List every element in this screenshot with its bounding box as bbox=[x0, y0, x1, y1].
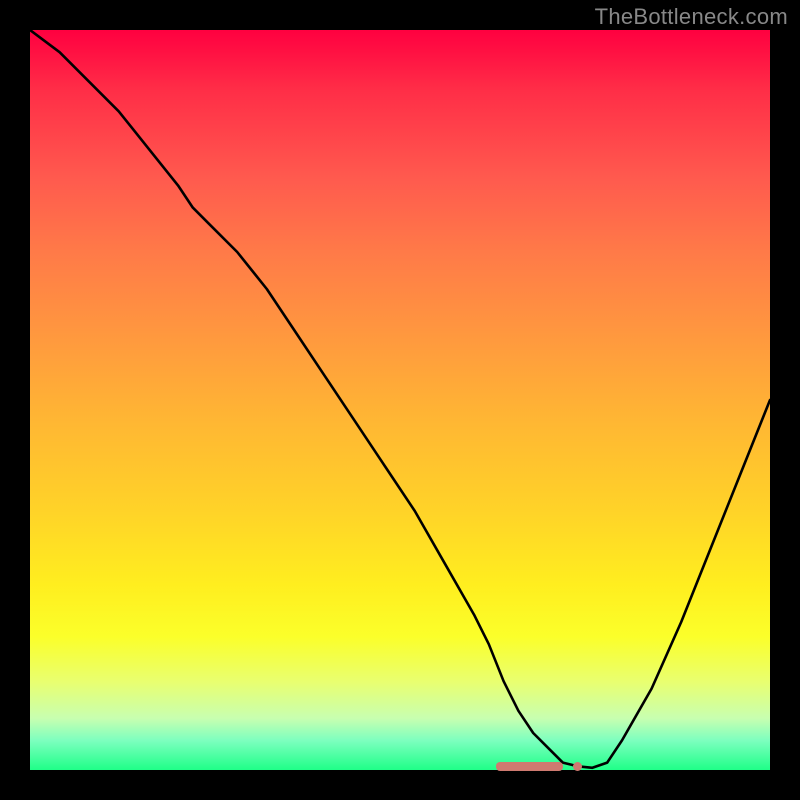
sweet-spot-end-dot bbox=[573, 762, 582, 771]
watermark-text: TheBottleneck.com bbox=[595, 4, 788, 30]
bottleneck-curve bbox=[30, 30, 770, 768]
sweet-spot-marker bbox=[496, 762, 563, 771]
chart-area bbox=[30, 30, 770, 770]
chart-curve-svg bbox=[30, 30, 770, 770]
